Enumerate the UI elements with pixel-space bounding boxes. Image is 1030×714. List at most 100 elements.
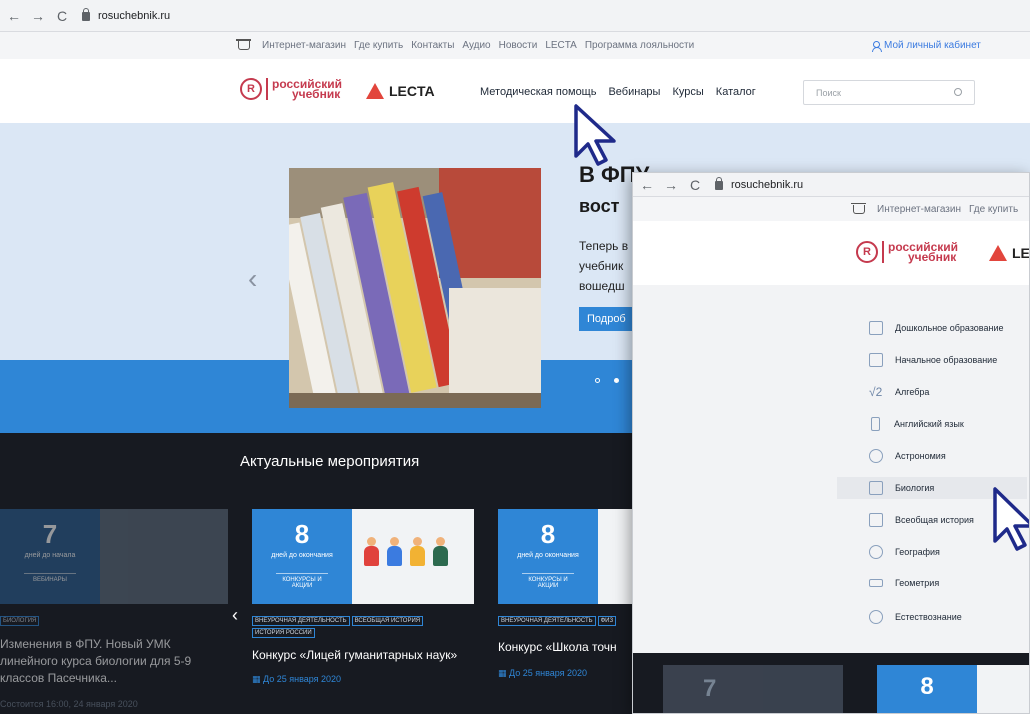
event-days: 7 (42, 519, 58, 549)
subject-astronomy[interactable]: Астрономия (869, 449, 946, 463)
lecta-logo[interactable]: LECTA (366, 83, 435, 99)
link-shop[interactable]: Интернет-магазин (877, 204, 961, 215)
event-tag[interactable]: ФИЗ (597, 616, 617, 626)
logo-divider (882, 241, 884, 263)
browser-toolbar: ← → C rosuchebnik.ru (0, 0, 1030, 32)
menu-methodical-help[interactable]: Методическая помощь (480, 86, 596, 98)
event-name: Конкурс «Лицей гуманитарных наук» (252, 648, 458, 662)
subject-world-history[interactable]: Всеобщая история (869, 513, 974, 527)
back-button[interactable]: ← (4, 8, 24, 24)
event-days-label: дней до окончания (271, 552, 333, 559)
event-card-left[interactable]: 7 дней до начала ВЕБИНАРЫ БИОЛОГИЯ Измен… (0, 509, 228, 709)
link-where-to-buy[interactable]: Где купить (354, 40, 403, 51)
event-image: 7 дней до начала ВЕБИНАРЫ (0, 509, 228, 604)
event-date-text: До 25 января 2020 (509, 668, 588, 678)
telescope-icon (869, 449, 883, 463)
map-icon (869, 513, 883, 527)
hero-text-line: Теперь в (579, 239, 629, 253)
link-news[interactable]: Новости (499, 40, 538, 51)
calendar-icon: ▦ (498, 668, 510, 678)
forward-button[interactable]: → (28, 8, 48, 24)
address-bar[interactable]: rosuchebnik.ru (715, 177, 803, 191)
search-input[interactable]: Поиск (803, 80, 975, 105)
event-days: 8 (294, 519, 310, 549)
subject-geography[interactable]: География (869, 545, 940, 559)
globe-icon (869, 545, 883, 559)
event-card[interactable]: 7 (663, 665, 843, 713)
menu-courses[interactable]: Курсы (672, 86, 703, 98)
lecta-label: LECTA (389, 83, 435, 99)
subject-label: География (895, 547, 940, 557)
overlay-events-strip: 7 8 (633, 653, 1029, 713)
event-days: 8 (540, 519, 556, 549)
hero-prev-arrow[interactable]: ‹ (248, 263, 257, 295)
reload-button[interactable]: C (685, 177, 705, 193)
back-button[interactable]: ← (637, 177, 657, 193)
event-tag[interactable]: ВСЕОБЩАЯ ИСТОРИЯ (351, 616, 424, 626)
lecta-triangle-icon (989, 245, 1007, 261)
event-tag[interactable]: ВНЕУРОЧНАЯ ДЕЯТЕЛЬНОСТЬ (498, 616, 596, 626)
event-tag[interactable]: ВНЕУРОЧНАЯ ДЕЯТЕЛЬНОСТЬ (252, 616, 350, 626)
address-bar[interactable]: rosuchebnik.ru (82, 8, 170, 22)
link-loyalty[interactable]: Программа лояльности (585, 40, 694, 51)
subject-algebra[interactable]: √2 Алгебра (869, 385, 929, 399)
event-card[interactable]: 8 (877, 665, 1029, 713)
rosuchebnik-logo[interactable]: R российский учебник (240, 78, 342, 100)
event-days-badge: 8 (877, 665, 977, 713)
microscope-icon (869, 481, 883, 495)
event-tag[interactable]: ИСТОРИЯ РОССИИ (252, 628, 315, 638)
hero-text-line: учебник (579, 259, 624, 273)
cabinet-link[interactable]: Мой личный кабинет (872, 40, 981, 52)
pointer-cursor-icon (993, 487, 1029, 551)
event-date: ▦ До 25 января 2020 (498, 668, 632, 679)
subject-label: Дошкольное образование (895, 323, 1004, 333)
event-days-label: дней до окончания (517, 552, 579, 559)
sqrt-icon: √2 (869, 385, 883, 399)
subject-english[interactable]: Английский язык (869, 417, 964, 431)
hero-subtitle: вост (579, 196, 620, 216)
pointer-cursor-icon (574, 104, 616, 166)
menu-catalog[interactable]: Каталог (716, 86, 756, 98)
events-prev-arrow[interactable]: ‹ (232, 605, 238, 626)
subject-label: Естествознание (895, 612, 962, 622)
hero-dot[interactable] (614, 378, 619, 383)
browser-toolbar: ← → C rosuchebnik.ru (633, 173, 1029, 197)
events-title: Актуальные мероприятия (240, 453, 420, 470)
subject-label: Алгебра (895, 387, 930, 397)
cabinet-label: Мой личный кабинет (884, 40, 981, 51)
people-illustration (364, 537, 448, 567)
ruler-icon (869, 579, 883, 587)
site-header: R российский учебник LECTA Методическая … (0, 59, 1030, 123)
hero-more-button[interactable]: Подроб (579, 307, 639, 331)
event-card[interactable]: 8 дней до окончания КОНКУРСЫ И АКЦИИ ВНЕ… (252, 509, 474, 685)
event-tag[interactable]: БИОЛОГИЯ (0, 616, 40, 626)
hero-dot[interactable] (595, 378, 600, 383)
rb-emblem-icon: R (240, 78, 262, 100)
subject-label: Всеобщая история (895, 515, 974, 525)
calendar-icon: ▦ (252, 674, 264, 684)
link-audio[interactable]: Аудио (462, 40, 490, 51)
reload-button[interactable]: C (52, 8, 72, 24)
link-lecta[interactable]: LECTA (545, 40, 577, 51)
link-contacts[interactable]: Контакты (411, 40, 454, 51)
menu-webinars[interactable]: Вебинары (608, 86, 660, 98)
forward-button[interactable]: → (661, 177, 681, 193)
event-name: Конкурс «Школа точн (498, 640, 617, 654)
subject-geometry[interactable]: Геометрия (869, 578, 939, 588)
event-date: Состоится 16:00, 24 января 2020 (0, 699, 138, 709)
search-icon[interactable] (954, 88, 962, 96)
lecta-label: LE (1012, 245, 1030, 261)
event-image: 8 дней до окончания КОНКУРСЫ И АКЦИИ (252, 509, 474, 604)
top-links-bar: Интернет-магазин Где купить (633, 197, 1029, 221)
subject-natural-science[interactable]: Естествознание (869, 610, 962, 624)
event-days: 7 (703, 675, 717, 702)
lock-icon (82, 8, 90, 21)
event-card[interactable]: 8 дней до окончания КОНКУРСЫ И АКЦИИ ВНЕ… (498, 509, 632, 679)
subject-primary[interactable]: Начальное образование (869, 353, 997, 367)
rosuchebnik-logo[interactable]: R российский учебник (856, 241, 958, 263)
link-shop[interactable]: Интернет-магазин (262, 40, 346, 51)
logo-line2: учебник (292, 87, 341, 101)
lecta-logo[interactable]: LE (989, 245, 1030, 261)
link-where-to-buy[interactable]: Где купить (969, 204, 1018, 215)
subject-preschool[interactable]: Дошкольное образование (869, 321, 1003, 335)
